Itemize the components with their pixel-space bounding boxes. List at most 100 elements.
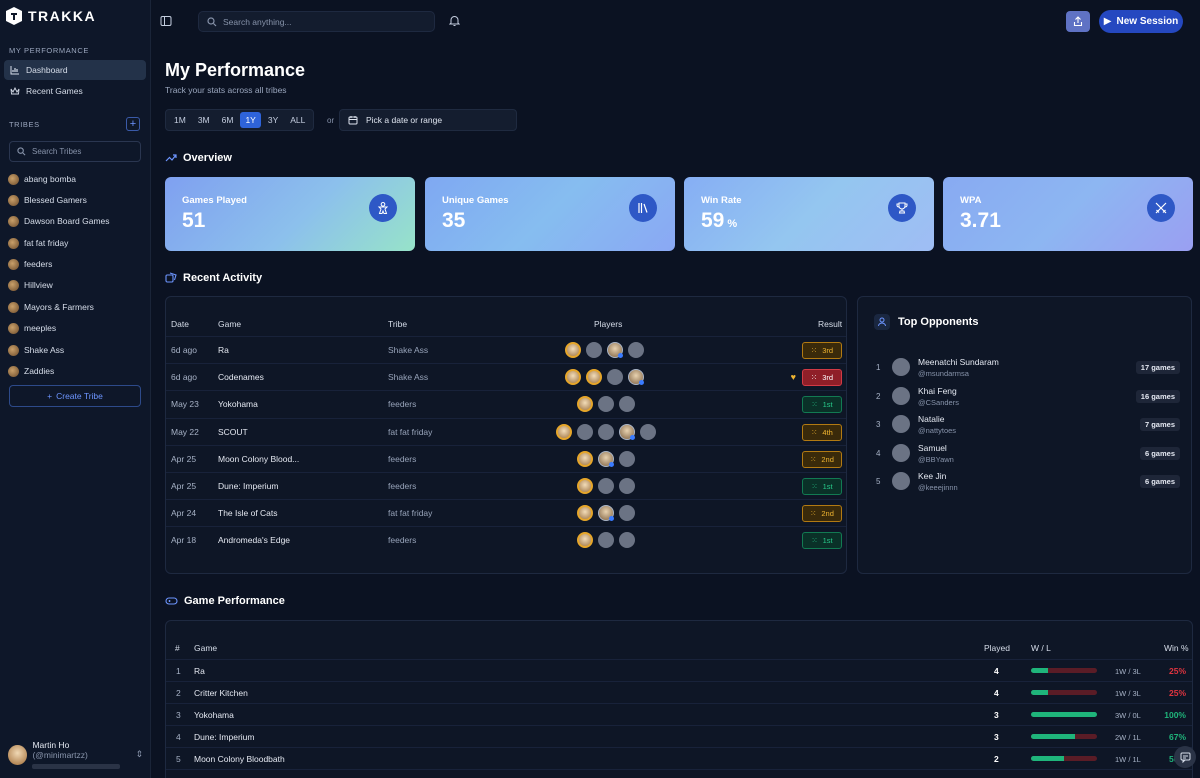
range-3m-button[interactable]: 3M: [193, 112, 215, 128]
tribe-avatar: [8, 301, 19, 313]
avatar[interactable]: [577, 532, 593, 549]
table-row[interactable]: 6d ago Codenames Shake Ass ♥ ⁙ 3rd: [166, 363, 846, 390]
tribe-avatar: [8, 215, 19, 227]
avatar[interactable]: [556, 423, 572, 440]
opponent-item[interactable]: 3 Natalie @nattytoes 7 games: [876, 414, 1180, 436]
avatar[interactable]: [619, 532, 635, 549]
tribe-item[interactable]: Zaddies: [8, 364, 54, 378]
avatar[interactable]: [577, 478, 593, 494]
opponent-item[interactable]: 5 Kee Jin @keeejinnn 6 games: [876, 471, 1180, 493]
avatar[interactable]: [577, 450, 593, 467]
tribe-item[interactable]: Shake Ass: [8, 343, 64, 357]
chat-button[interactable]: [1174, 746, 1196, 768]
result-badge: ⁙ 2nd: [802, 450, 842, 468]
sidebar-toggle-button[interactable]: [160, 15, 172, 30]
avatar[interactable]: [598, 396, 614, 413]
opponent-item[interactable]: 2 Khai Feng @CSanders 16 games: [876, 386, 1180, 408]
avatar[interactable]: [577, 396, 593, 413]
sidebar: TRAKKA MY PERFORMANCE Dashboard Recent G…: [0, 0, 151, 778]
nav-recent-games[interactable]: Recent Games: [4, 81, 146, 101]
table-row[interactable]: 3 Yokohama 3 3W / 0L 100%: [166, 703, 1192, 725]
tribe-item[interactable]: meeples: [8, 321, 56, 335]
tribe-item[interactable]: feeders: [8, 257, 52, 271]
avatar[interactable]: [628, 342, 644, 358]
avatar[interactable]: [598, 423, 614, 440]
table-row[interactable]: Apr 25 Moon Colony Blood... feeders ⁙ 2nd: [166, 444, 846, 472]
avatar[interactable]: [619, 478, 635, 494]
user-menu[interactable]: Martin Ho (@minimartzz) ⇕: [8, 740, 143, 769]
result-label: 3rd: [822, 346, 834, 355]
new-session-button[interactable]: ▶ New Session: [1099, 10, 1183, 33]
range-1m-button[interactable]: 1M: [169, 112, 191, 128]
table-row[interactable]: 6The Isle of Cats20W / 2L0%: [166, 769, 1192, 778]
table-row[interactable]: 6d ago Ra Shake Ass ⁙ 3rd: [166, 336, 846, 363]
avatar[interactable]: [619, 505, 635, 522]
nav-dashboard[interactable]: Dashboard: [4, 60, 146, 80]
player-avatars: [577, 505, 635, 522]
share-button[interactable]: [1066, 11, 1090, 32]
user-name-line: Martin Ho (@minimartzz): [32, 740, 124, 760]
win-loss-bar: [1031, 668, 1097, 673]
tribe-label: Blessed Gamers: [24, 195, 87, 205]
table-row[interactable]: May 22 SCOUT fat fat friday ⁙ 4th: [166, 417, 846, 445]
row-wl: 1W / 3L: [1115, 689, 1141, 698]
col-header-date: Date: [171, 319, 189, 329]
row-date: May 22: [171, 426, 199, 437]
tribe-label: meeples: [24, 323, 57, 333]
notifications-button[interactable]: [448, 15, 461, 30]
avatar[interactable]: [598, 450, 614, 467]
table-row[interactable]: Apr 24 The Isle of Cats fat fat friday ⁙ 2nd: [166, 499, 846, 526]
avatar[interactable]: [619, 396, 635, 413]
swords-icon: [1147, 194, 1175, 222]
table-row[interactable]: Apr 25 Dune: Imperium feeders ⁙ 1st: [166, 472, 846, 499]
tribe-item[interactable]: Dawson Board Games: [8, 214, 110, 228]
avatar[interactable]: [619, 423, 635, 440]
tribe-item[interactable]: Mayors & Farmers: [8, 300, 94, 314]
avatar[interactable]: [598, 532, 614, 549]
avatar[interactable]: [628, 369, 644, 386]
table-row[interactable]: 5Moon Colony Bloodbath21W / 1L50%: [166, 747, 1192, 769]
global-search-input[interactable]: Search anything...: [198, 11, 435, 32]
top-opponents-heading: Top Opponents: [874, 314, 978, 330]
avatar[interactable]: [565, 342, 581, 358]
tribe-item[interactable]: Blessed Gamers: [8, 193, 87, 207]
opponent-handle: @CSanders: [918, 397, 959, 407]
table-row[interactable]: 2 Critter Kitchen 4 1W / 3L 25%: [166, 681, 1192, 703]
table-row[interactable]: Apr 18 Andromeda's Edge feeders ⁙ 1st: [166, 526, 846, 553]
avatar[interactable]: [598, 505, 614, 522]
avatar[interactable]: [586, 369, 602, 386]
table-row[interactable]: May 23 Yokohama feeders ⁙ 1st: [166, 390, 846, 417]
add-tribe-button[interactable]: +: [126, 117, 140, 131]
chevron-updown-icon: ⇕: [135, 749, 143, 759]
col-header-game: Game: [218, 319, 242, 329]
range-all-button[interactable]: ALL: [285, 112, 310, 128]
tribe-item[interactable]: fat fat friday: [8, 236, 68, 250]
range-1y-button[interactable]: 1Y: [240, 112, 261, 128]
avatar[interactable]: [598, 478, 614, 494]
tribe-item[interactable]: Hillview: [8, 278, 53, 292]
status-dot: [630, 434, 635, 440]
date-range-picker[interactable]: Pick a date or range: [339, 109, 517, 131]
range-3y-button[interactable]: 3Y: [263, 112, 283, 128]
avatar[interactable]: [607, 342, 623, 358]
col-header-game: Game: [194, 643, 218, 653]
app-logo[interactable]: TRAKKA: [6, 7, 96, 25]
avatar[interactable]: [607, 369, 623, 386]
opponent-item[interactable]: 1 Meenatchi Sundaram @msundarmsa 17 games: [876, 357, 1180, 379]
table-row[interactable]: 4 Dune: Imperium 3 2W / 1L 67%: [166, 725, 1192, 747]
status-dot: [609, 516, 614, 522]
create-tribe-button[interactable]: + Create Tribe: [9, 385, 141, 407]
avatar[interactable]: [619, 450, 635, 467]
avatar[interactable]: [577, 505, 593, 522]
avatar[interactable]: [586, 342, 602, 358]
avatar[interactable]: [577, 423, 593, 440]
avatar[interactable]: [565, 369, 581, 386]
avatar[interactable]: [640, 423, 656, 440]
opponent-item[interactable]: 4 Samuel @BBYawn 6 games: [876, 443, 1180, 465]
tribe-search-input[interactable]: Search Tribes: [9, 141, 141, 162]
gamepad-icon: [165, 597, 178, 605]
table-row[interactable]: 1 Ra 4 1W / 3L 25%: [166, 659, 1192, 681]
bell-icon: [448, 16, 461, 26]
tribe-item[interactable]: abang bomba: [8, 172, 76, 186]
range-6m-button[interactable]: 6M: [217, 112, 239, 128]
